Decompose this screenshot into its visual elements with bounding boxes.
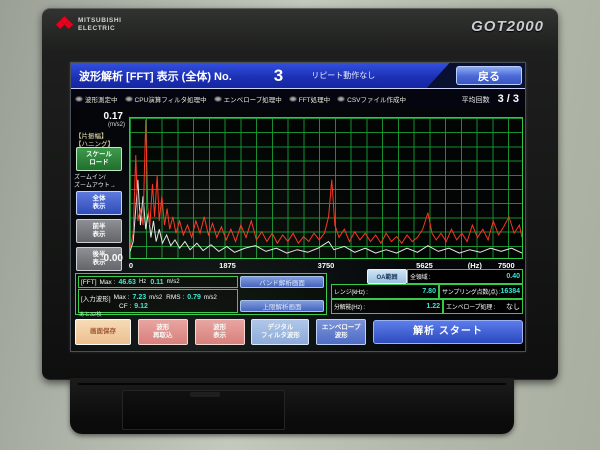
lamp-icon	[289, 96, 297, 102]
parameters-panel: OA範囲 全領域 : 0.40 レンジ(kHz) : 7.80 サンプリング点数…	[331, 269, 523, 315]
lamp-icon	[214, 96, 222, 102]
repeat-mode-label: リピート動作なし	[311, 70, 375, 81]
x-tick: 1875	[219, 261, 236, 270]
status-measuring: 波形測定中	[75, 94, 118, 104]
band-analysis-button[interactable]: バンド解析画面	[240, 276, 324, 288]
page-title: 波形解析 [FFT] 表示 (全体) No.	[79, 68, 232, 84]
footer-button-row: 画面保存 波形 再取込 波形 表示 デジタル フィルタ波形 エンベロープ 波形 …	[75, 317, 523, 347]
status-cpu-filter: CPU演算フィルタ処理中	[125, 94, 207, 104]
waveform-number: 3	[274, 66, 283, 86]
scale-load-button[interactable]: スケール ロード	[76, 147, 122, 171]
status-envelope: エンベロープ処理中	[214, 94, 282, 104]
device-groove	[78, 383, 506, 385]
sampling-points-cell: サンプリング点数(点) : 16384	[439, 284, 523, 299]
mitsubishi-diamond-icon	[56, 16, 73, 34]
waveform-reacquire-button[interactable]: 波形 再取込	[138, 319, 188, 345]
touch-screen: 波形解析 [FFT] 表示 (全体) No. 3 リピート動作なし 戻る 波形測…	[70, 62, 526, 352]
title-bar-blue-band: 波形解析 [FFT] 表示 (全体) No. 3 リピート動作なし	[71, 63, 449, 88]
lamp-icon	[125, 96, 133, 102]
analysis-start-button[interactable]: 解析 スタート	[373, 320, 523, 344]
brand-line1: MITSUBISHI	[78, 17, 122, 25]
zoom-hint-label: ズームイン/ ズームアウト→	[74, 175, 116, 191]
status-bar: 波形測定中 CPU演算フィルタ処理中 エンベロープ処理中 FFT処理中 CSVフ…	[71, 90, 526, 107]
range-cell: レンジ(kHz) : 7.80	[331, 284, 439, 299]
brand-line2: ELECTRIC	[78, 25, 122, 33]
view-whole-button[interactable]: 全体 表示	[76, 191, 122, 215]
envelope-value: なし	[506, 302, 520, 312]
title-bar: 波形解析 [FFT] 表示 (全体) No. 3 リピート動作なし 戻る	[71, 63, 526, 89]
fft-chart	[129, 117, 523, 259]
input-prefix: [入力波形]	[81, 293, 111, 303]
model-name: GOT2000	[471, 18, 544, 35]
connector-handle	[190, 392, 220, 397]
envelope-cell: エンベロープ処理 : なし	[443, 299, 523, 314]
fft-peak-frequency: 46.63	[118, 279, 136, 286]
fft-traces	[130, 118, 522, 258]
oa-value-cell: 全領域 : 0.40	[407, 269, 523, 284]
y-axis-min: 0.00	[104, 253, 123, 264]
envelope-waveform-button[interactable]: エンベロープ 波形	[316, 319, 366, 345]
fft-result-row: [FFT] Max : 46.63 Hz 0.11 m/s2	[78, 276, 238, 288]
view-first-half-button[interactable]: 前半 表示	[76, 219, 122, 243]
input-waveform-rows: [入力波形] Max : 7.23 m/s2 RMS : 0.79 m/s2 C…	[78, 289, 238, 313]
y-axis-unit: (m/s2)	[108, 122, 125, 128]
fft-peak-amplitude: 0.11	[150, 279, 163, 286]
brand-logo: MITSUBISHI ELECTRIC	[56, 16, 122, 34]
lamp-icon	[75, 96, 83, 102]
input-rms: 0.79	[187, 294, 201, 301]
range-value: 7.80	[422, 288, 436, 295]
status-csv: CSVファイル作成中	[337, 94, 406, 104]
sampling-points-value: 16384	[501, 288, 520, 295]
y-axis-max: 0.17	[104, 111, 123, 122]
average-count: 平均回数 3 / 3	[462, 93, 523, 105]
oa-range-badge[interactable]: OA範囲	[367, 269, 407, 284]
lamp-icon	[337, 96, 345, 102]
digital-filter-waveform-button[interactable]: デジタル フィルタ波形	[251, 319, 309, 345]
x-tick: 0	[129, 261, 133, 270]
screen-save-button[interactable]: 画面保存	[75, 319, 131, 345]
status-fft: FFT処理中	[289, 94, 330, 104]
input-crest-factor: 9.12	[134, 303, 148, 310]
oa-value: 0.40	[506, 273, 520, 280]
waveform-display-button[interactable]: 波形 表示	[195, 319, 245, 345]
results-panel: [FFT] Max : 46.63 Hz 0.11 m/s2 バンド解析画面 […	[75, 273, 327, 315]
resolution-cell: 分解能(Hz) : 1.22	[331, 299, 443, 314]
upper-limit-analysis-button[interactable]: 上限解析画面	[240, 300, 324, 312]
resolution-value: 1.22	[426, 303, 440, 310]
back-button[interactable]: 戻る	[456, 66, 522, 85]
input-max: 7.23	[133, 294, 147, 301]
fft-prefix: [FFT]	[81, 279, 97, 286]
